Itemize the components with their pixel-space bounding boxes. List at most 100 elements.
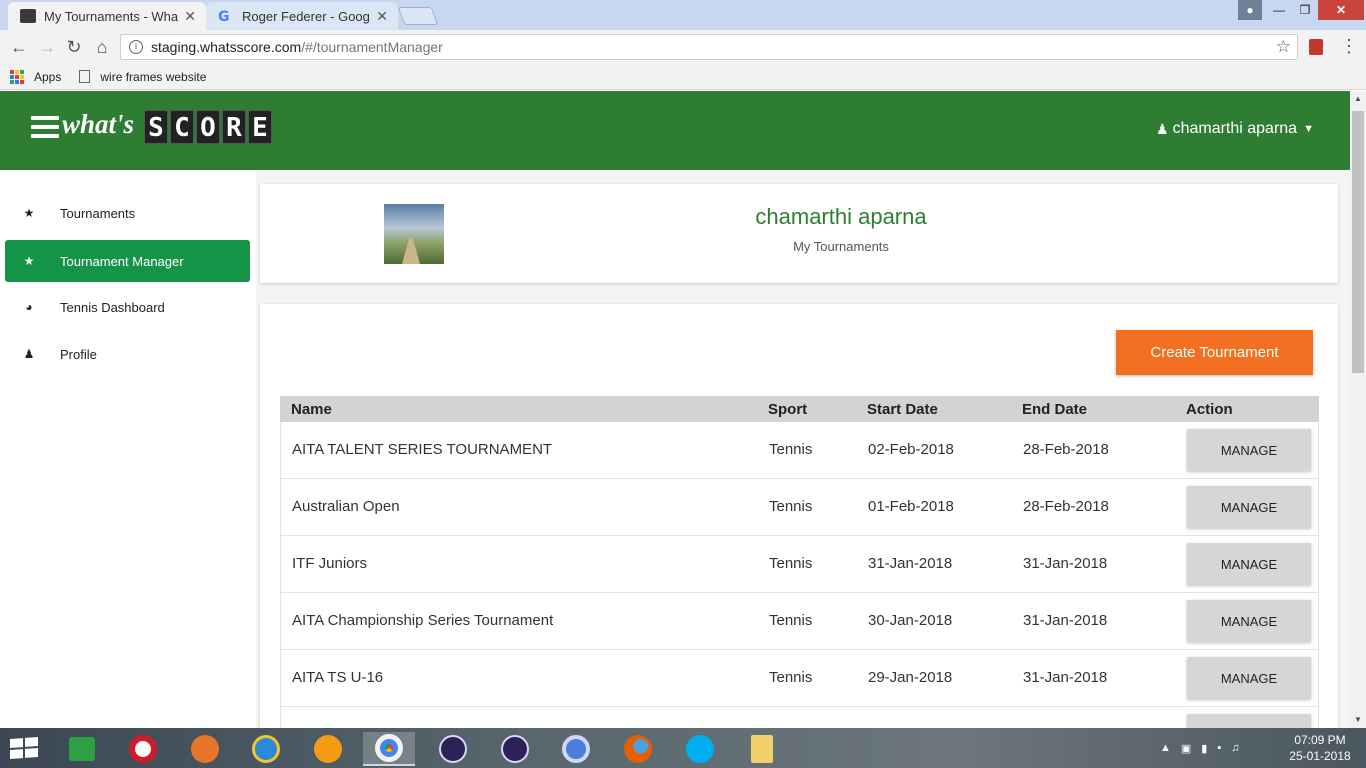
signal-icon[interactable]: ▪: [1217, 742, 1221, 754]
chrome-menu-icon[interactable]: ⋮: [1340, 36, 1358, 57]
logo-letter: S: [144, 110, 168, 144]
table-row: AITA TALENT SERIES TOURNAMENT Tennis 02-…: [280, 422, 1319, 479]
manage-button[interactable]: MANAGE: [1187, 543, 1311, 585]
sidebar-item-label: Tournament Manager: [60, 253, 184, 269]
page-scrollbar[interactable]: ▲ ▼: [1350, 91, 1366, 728]
close-window-icon[interactable]: ✕: [1318, 0, 1364, 20]
sidebar-item-tournament-manager[interactable]: ★ Tournament Manager: [5, 240, 250, 282]
opera-app-icon[interactable]: [117, 732, 169, 766]
browser-tab-google[interactable]: G Roger Federer - Google S ✕: [206, 2, 398, 30]
clock-date: 25-01-2018: [1289, 749, 1351, 763]
show-hidden-icons-icon[interactable]: ▲: [1160, 742, 1171, 754]
taskbar-clock[interactable]: 07:09 PM 25-01-2018: [1284, 732, 1356, 764]
tournament-table: Name Sport Start Date End Date Action AI…: [280, 396, 1319, 764]
skype-app-icon[interactable]: [674, 732, 726, 766]
chromium-app-icon[interactable]: [550, 732, 602, 766]
table-row: ITF Juniors Tennis 31-Jan-2018 31-Jan-20…: [280, 536, 1319, 593]
apps-grid-icon[interactable]: [10, 69, 24, 84]
tournament-sport: Tennis: [769, 612, 813, 629]
volume-icon[interactable]: ♫: [1231, 742, 1239, 754]
table-row: AITA TS U-16 Tennis 29-Jan-2018 31-Jan-2…: [280, 650, 1319, 707]
file-explorer-icon[interactable]: [736, 732, 788, 766]
windows-start-icon[interactable]: [10, 737, 38, 759]
user-name: chamarthi aparna: [1172, 120, 1298, 137]
reload-icon[interactable]: ↻: [63, 36, 85, 58]
windows-taskbar: ▲ ▣ ▮ ▪ ♫ 07:09 PM 25-01-2018: [0, 728, 1366, 768]
browser-tab-active[interactable]: My Tournaments - What ✕: [8, 2, 206, 30]
scroll-down-arrow-icon[interactable]: ▼: [1350, 712, 1366, 728]
sidebar: ★ Tournaments ★ Tournament Manager ◕ Ten…: [0, 170, 256, 728]
back-arrow-icon[interactable]: ←: [8, 36, 30, 58]
sidebar-item-label: Profile: [60, 346, 97, 362]
address-bar[interactable]: i staging.whatsscore.com /#/tournamentMa…: [120, 34, 1298, 60]
tournament-start-date: 01-Feb-2018: [868, 498, 954, 515]
minimize-window-icon[interactable]: —: [1266, 0, 1292, 20]
table-header: Name Sport Start Date End Date Action: [280, 396, 1319, 422]
bookmark-wire-frames[interactable]: wire frames website: [100, 70, 206, 84]
tab-close-icon[interactable]: ✕: [184, 8, 196, 25]
sidebar-item-profile[interactable]: ♟ Profile: [5, 333, 250, 375]
eclipse-app-icon[interactable]: [427, 732, 479, 766]
browser-tab-strip: My Tournaments - What ✕ G Roger Federer …: [0, 0, 1366, 30]
tournament-end-date: 31-Jan-2018: [1023, 612, 1108, 629]
column-header-name: Name: [291, 401, 332, 418]
manage-button[interactable]: MANAGE: [1187, 657, 1311, 699]
manage-button[interactable]: MANAGE: [1187, 600, 1311, 642]
tournament-start-date: 30-Jan-2018: [868, 612, 953, 629]
eclipse-app-icon-2[interactable]: [489, 732, 541, 766]
p-app-icon[interactable]: [302, 732, 354, 766]
logo-letter: R: [222, 110, 246, 144]
tournament-sport: Tennis: [769, 498, 813, 515]
tournament-start-date: 31-Jan-2018: [868, 555, 953, 572]
logo-letter: O: [196, 110, 220, 144]
manage-button[interactable]: MANAGE: [1187, 429, 1311, 471]
trophy-icon: ★: [23, 206, 35, 220]
user-menu-dropdown[interactable]: ♟ chamarthi aparna ▼: [1156, 120, 1314, 138]
sidebar-item-tennis-dashboard[interactable]: ◕ Tennis Dashboard: [5, 286, 250, 328]
manage-button[interactable]: MANAGE: [1187, 486, 1311, 528]
internet-explorer-icon[interactable]: [240, 732, 292, 766]
tournament-name: ITF Juniors: [292, 555, 368, 572]
site-header: what's S C O R E ♟ chamarthi aparna ▼: [0, 91, 1350, 170]
tournament-list-card: Create Tournament Name Sport Start Date …: [260, 304, 1338, 764]
user-icon: ♟: [23, 347, 35, 361]
forward-arrow-icon[interactable]: →: [36, 36, 58, 58]
site-info-icon[interactable]: i: [129, 40, 143, 54]
battery-icon[interactable]: ▮: [1201, 742, 1207, 755]
whatsscore-favicon-icon: [20, 9, 36, 23]
caret-down-icon: ▼: [1303, 123, 1314, 135]
logo-letter: C: [170, 110, 194, 144]
tournament-name: AITA TS U-16: [292, 669, 384, 686]
home-icon[interactable]: ⌂: [91, 36, 113, 58]
scroll-up-arrow-icon[interactable]: ▲: [1350, 91, 1366, 107]
sidebar-item-tournaments[interactable]: ★ Tournaments: [5, 192, 250, 234]
tool-app-icon[interactable]: [179, 732, 231, 766]
profile-subtitle: My Tournaments: [793, 239, 889, 254]
tournament-sport: Tennis: [769, 669, 813, 686]
bookmark-star-icon[interactable]: ☆: [1276, 37, 1291, 57]
new-tab-button[interactable]: [397, 7, 439, 25]
profile-card: chamarthi aparna My Tournaments: [260, 184, 1338, 283]
chrome-app-icon[interactable]: [363, 732, 415, 766]
column-header-end-date: End Date: [1022, 401, 1088, 418]
tournament-name: AITA TALENT SERIES TOURNAMENT: [292, 441, 553, 458]
tab-close-icon[interactable]: ✕: [376, 8, 388, 25]
create-tournament-button[interactable]: Create Tournament: [1116, 330, 1313, 375]
tournament-end-date: 28-Feb-2018: [1023, 441, 1109, 458]
tournament-start-date: 29-Jan-2018: [868, 669, 953, 686]
store-app-icon[interactable]: [56, 732, 108, 766]
chrome-profile-icon[interactable]: ●: [1238, 0, 1262, 20]
network-error-icon[interactable]: ▣: [1181, 742, 1191, 755]
table-row: AITA Championship Series Tournament Tenn…: [280, 593, 1319, 650]
logo-letter: E: [248, 110, 272, 144]
extension-icon[interactable]: [1309, 39, 1323, 55]
sidebar-item-label: Tournaments: [60, 205, 136, 221]
hamburger-menu-icon[interactable]: [31, 116, 59, 138]
tournament-end-date: 31-Jan-2018: [1023, 555, 1108, 572]
profile-name: chamarthi aparna: [755, 204, 927, 229]
maximize-window-icon[interactable]: ❐: [1292, 0, 1318, 20]
firefox-app-icon[interactable]: [612, 732, 664, 766]
browser-toolbar: ← → ↻ ⌂ i staging.whatsscore.com /#/tour…: [0, 30, 1366, 64]
logo-score-tiles: S C O R E: [144, 110, 272, 144]
bookmark-apps[interactable]: Apps: [34, 70, 61, 84]
